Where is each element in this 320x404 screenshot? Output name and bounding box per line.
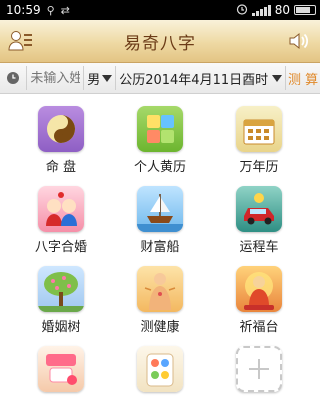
grid-item-label: 婚姻树 (41, 320, 81, 335)
grid-item-cejiankang[interactable]: 测健康 (115, 266, 205, 335)
grid-item-caifuchuan[interactable]: 财富船 (115, 186, 205, 255)
dropdown-arrow-icon (102, 74, 113, 82)
clock-icon[interactable] (0, 71, 26, 85)
almanac-icon (137, 106, 183, 152)
grid-item-app-2[interactable] (115, 346, 205, 396)
ship-icon (137, 186, 183, 232)
tree-icon (38, 266, 84, 312)
grid-item-qifutai[interactable]: 祈福台 (214, 266, 304, 335)
grid-item-mingpan[interactable]: 命 盘 (16, 106, 106, 175)
birth-date-select[interactable]: 公历2014年4月11日酉时 (116, 69, 285, 88)
dropdown-arrow-icon (272, 74, 283, 82)
app-icon (137, 346, 183, 392)
sound-icon[interactable] (288, 30, 310, 52)
grid-item-label: 测健康 (140, 320, 180, 335)
birth-input-bar: 男 公历2014年4月11日酉时 测 算 (0, 63, 320, 94)
grid-item-label: 个人黄历 (133, 160, 186, 175)
grid-item-hehun[interactable]: 八字合婚 (16, 186, 106, 255)
status-right: 80 (236, 3, 316, 18)
grid-item-label: 八字合婚 (34, 240, 87, 255)
yin-yang-icon (38, 106, 84, 152)
alarm-icon (236, 3, 248, 18)
usb-connection-icon: ⇄ (60, 3, 70, 17)
status-bar: 10:59 ⚲ ⇄ 80 (0, 0, 320, 20)
add-item-button[interactable] (214, 346, 304, 396)
grid-item-hunyinshu[interactable]: 婚姻树 (16, 266, 106, 335)
grid-item-huangli[interactable]: 个人黄历 (115, 106, 205, 175)
grid-item-yunchengche[interactable]: 运程车 (214, 186, 304, 255)
buddha-icon (236, 266, 282, 312)
app-icon (38, 346, 84, 392)
grid-item-app-1[interactable] (16, 346, 106, 396)
car-icon (236, 186, 282, 232)
name-input[interactable] (27, 70, 84, 86)
grid-item-wannianli[interactable]: 万年历 (214, 106, 304, 175)
calculate-button[interactable]: 测 算 (286, 69, 320, 88)
grid-item-label: 财富船 (140, 240, 180, 255)
app-header: 易奇八字 (0, 20, 320, 63)
battery-icon (294, 5, 316, 15)
health-icon (137, 266, 183, 312)
grid-item-label: 万年历 (239, 160, 279, 175)
grid-item-label: 命 盘 (45, 160, 77, 175)
calendar-icon (236, 106, 282, 152)
usb-icon: ⚲ (46, 3, 55, 17)
battery-percent: 80 (274, 3, 290, 17)
couple-icon (38, 186, 84, 232)
gender-value: 男 (87, 72, 101, 88)
status-time: 10:59 (6, 3, 41, 17)
grid-item-label: 运程车 (239, 240, 279, 255)
grid-item-label: 祈福台 (239, 320, 279, 335)
add-icon (236, 346, 282, 392)
birth-date-value: 公历2014年4月11日酉时 (119, 72, 269, 88)
signal-icon (251, 4, 271, 16)
gender-select[interactable]: 男 (84, 69, 115, 88)
app-title: 易奇八字 (124, 33, 196, 54)
user-list-icon[interactable] (8, 29, 34, 53)
